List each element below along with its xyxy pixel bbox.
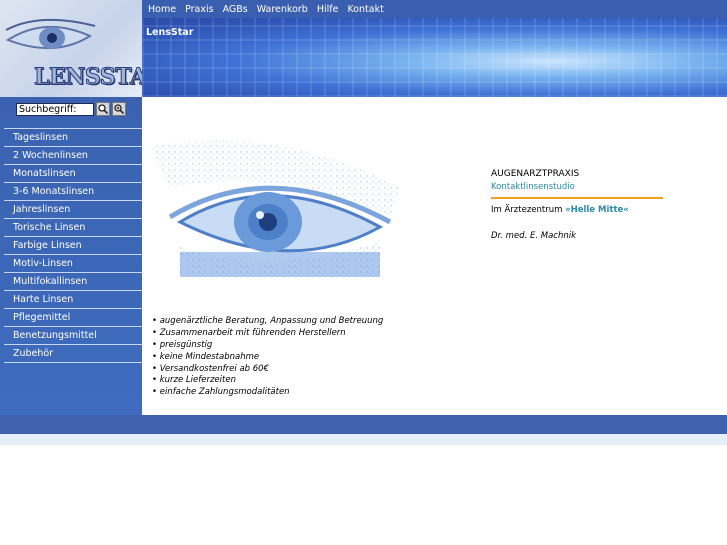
category-torische-linsen[interactable]: Torische Linsen	[4, 219, 142, 237]
feature-list: • augenärztliche Beratung, Anpassung und…	[152, 316, 383, 399]
category-jahreslinsen[interactable]: Jahreslinsen	[4, 201, 142, 219]
header-banner: LensStar	[142, 18, 727, 97]
feature-item: • preisgünstig	[152, 339, 213, 350]
sidebar: Tageslinsen 2 Wochenlinsen Monatslinsen …	[0, 97, 142, 415]
category-multifokallinsen[interactable]: Multifokallinsen	[4, 273, 142, 291]
feature-item: • Versandkostenfrei ab 60€	[152, 363, 269, 374]
feature-item: • einfache Zahlungsmodalitäten	[152, 387, 290, 398]
category-monatslinsen[interactable]: Monatslinsen	[4, 165, 142, 183]
category-list: Tageslinsen 2 Wochenlinsen Monatslinsen …	[4, 128, 142, 363]
banner-title: LensStar	[146, 27, 194, 38]
advanced-search-button[interactable]	[112, 102, 126, 116]
search-input[interactable]	[16, 102, 94, 116]
category-3-6-monatslinsen[interactable]: 3-6 Monatslinsen	[4, 183, 142, 201]
practice-heading: AUGENARZTPRAXIS	[491, 169, 580, 179]
nav-warenkorb[interactable]: Warenkorb	[257, 4, 308, 15]
nav-home[interactable]: Home	[148, 4, 176, 15]
feature-item: • Zusammenarbeit mit führenden Herstelle…	[152, 327, 346, 338]
nav-hilfe[interactable]: Hilfe	[317, 4, 339, 15]
category-pflegemittel[interactable]: Pflegemittel	[4, 309, 142, 327]
feature-item: • augenärztliche Beratung, Anpassung und…	[152, 316, 384, 326]
category-zubehoer[interactable]: Zubehör	[4, 345, 142, 363]
category-motiv-linsen[interactable]: Motiv-Linsen	[4, 255, 142, 273]
zoom-in-icon	[114, 104, 124, 114]
practice-info: AUGENARZTPRAXIS Kontaktlinsenstudio Im Ä…	[491, 169, 663, 241]
logo-text: LENSSTAR	[33, 64, 142, 91]
main-content: AUGENARZTPRAXIS Kontaktlinsenstudio Im Ä…	[142, 97, 727, 415]
feature-item: • kurze Lieferzeiten	[152, 375, 236, 386]
top-navigation: Home Praxis AGBs Warenkorb Hilfe Kontakt	[142, 0, 727, 18]
location-name-link[interactable]: »Helle Mitte«	[565, 205, 629, 215]
nav-agbs[interactable]: AGBs	[223, 4, 248, 15]
category-tageslinsen[interactable]: Tageslinsen	[4, 129, 142, 147]
search-bar	[16, 101, 126, 117]
location-prefix: Im Ärztezentrum	[491, 205, 566, 215]
practice-subheading: Kontaktlinsenstudio	[491, 182, 575, 192]
logo[interactable]: LENSSTAR	[0, 0, 142, 97]
category-farbige-linsen[interactable]: Farbige Linsen	[4, 237, 142, 255]
category-benetzungsmittel[interactable]: Benetzungsmittel	[4, 327, 142, 345]
nav-kontakt[interactable]: Kontakt	[347, 4, 383, 15]
footer-bar	[0, 415, 727, 434]
feature-item: • keine Mindestabnahme	[152, 351, 260, 362]
category-2-wochenlinsen[interactable]: 2 Wochenlinsen	[4, 147, 142, 165]
footer-strip	[0, 434, 727, 445]
divider	[491, 197, 663, 199]
search-button[interactable]	[96, 102, 110, 116]
nav-praxis[interactable]: Praxis	[185, 4, 214, 15]
eye-illustration	[150, 140, 400, 277]
category-harte-linsen[interactable]: Harte Linsen	[4, 291, 142, 309]
practice-location: Im Ärztezentrum »Helle Mitte«	[491, 205, 663, 215]
search-icon	[98, 104, 108, 114]
practice-doctor: Dr. med. E. Machnik	[491, 231, 577, 241]
